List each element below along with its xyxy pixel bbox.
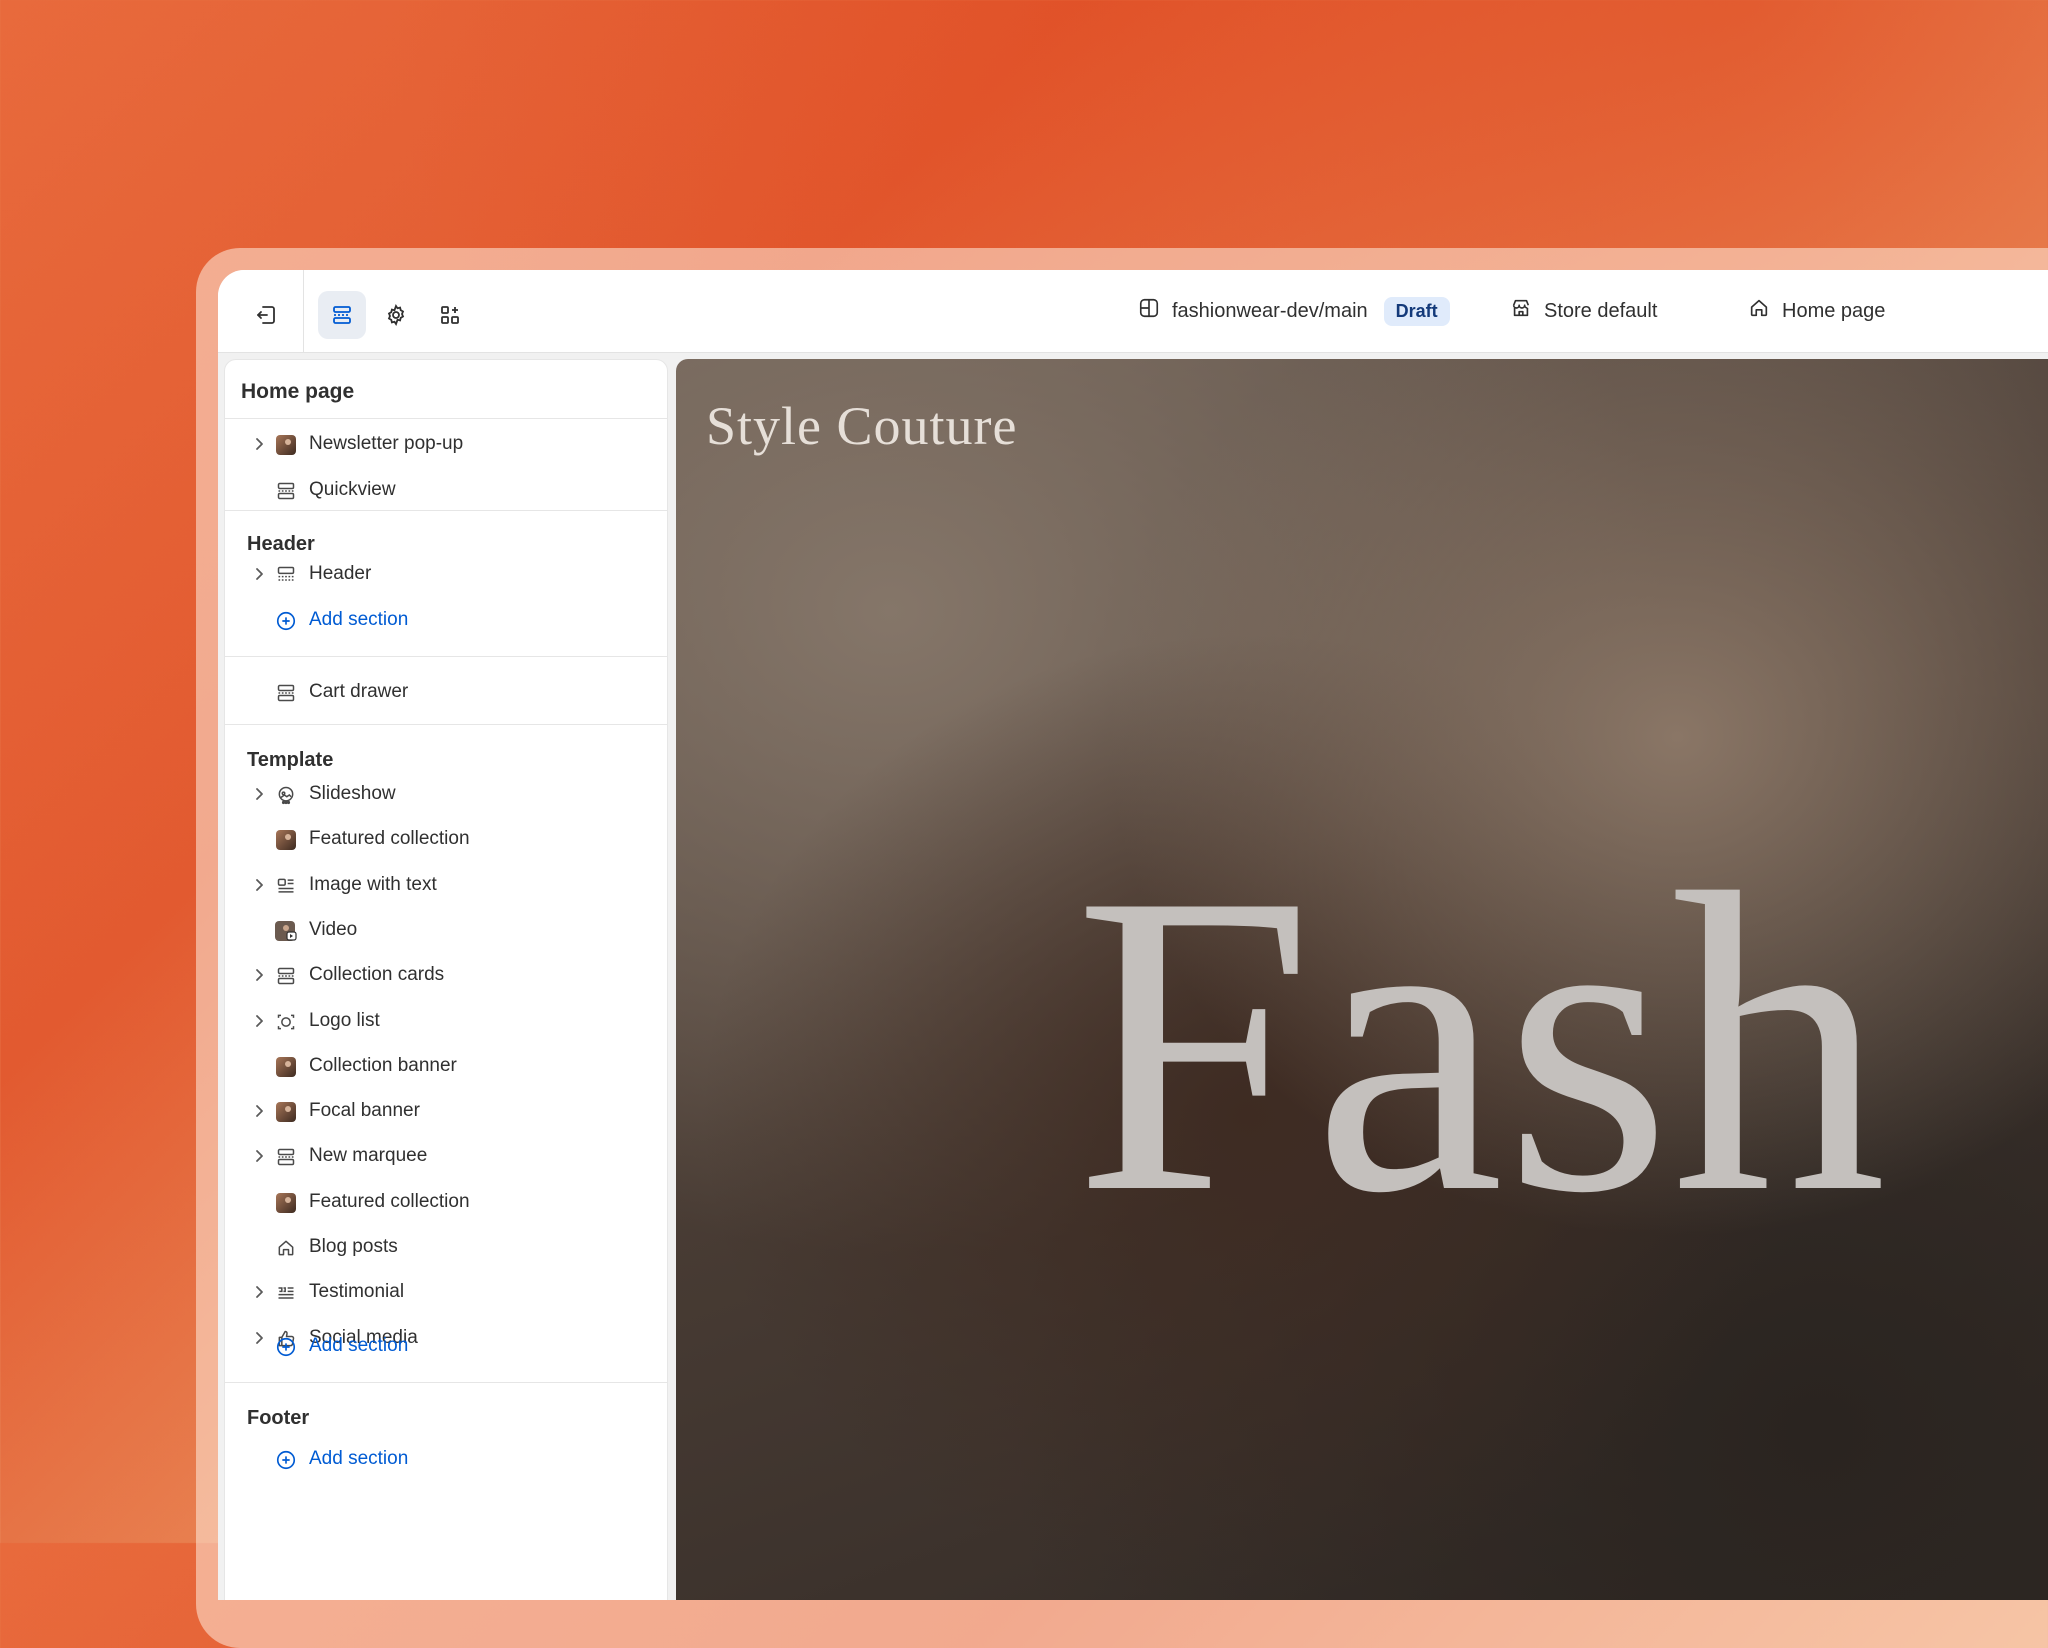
video-thumb-icon <box>275 920 297 942</box>
sections-sidebar: Home page Newsletter pop-up Quickview Hea… <box>224 359 668 1600</box>
divider <box>225 1382 667 1383</box>
image-thumb-icon <box>275 1192 297 1214</box>
section-label: Slideshow <box>309 783 396 804</box>
layout-icon <box>1138 297 1160 325</box>
section-cart-drawer[interactable]: Cart drawer <box>225 672 667 712</box>
section-label: Newsletter pop-up <box>309 433 464 454</box>
theme-preview[interactable]: Style Couture Fash <box>676 359 2048 1600</box>
chevron-right-icon[interactable] <box>251 1013 267 1029</box>
branch-selector[interactable]: fashionwear-dev/main Draft <box>1138 292 1450 330</box>
image-thumb-icon <box>275 1056 297 1078</box>
section-logo-list[interactable]: Logo list <box>225 1001 667 1041</box>
sidebar-title: Home page <box>241 380 355 403</box>
section-icon <box>275 682 297 704</box>
section-featured-collection[interactable]: Featured collection <box>225 1182 667 1222</box>
section-label: Logo list <box>309 1009 380 1031</box>
section-label: Testimonial <box>309 1281 405 1303</box>
section-label: Image with text <box>309 873 437 895</box>
section-testimonial[interactable]: Testimonial <box>225 1272 667 1312</box>
chevron-right-icon[interactable] <box>251 877 267 893</box>
section-label: Cart drawer <box>309 681 409 702</box>
editor-window: fashionwear-dev/main Draft Store default… <box>218 270 2048 1600</box>
section-collection-cards[interactable]: Collection cards <box>225 955 667 995</box>
divider <box>225 724 667 725</box>
section-label: Collection banner <box>309 1054 457 1076</box>
divider <box>225 510 667 511</box>
section-label: Collection cards <box>309 964 445 986</box>
section-icon <box>275 1146 297 1168</box>
chevron-right-icon[interactable] <box>251 436 267 452</box>
topbar-divider <box>303 270 304 352</box>
preview-hero-heading: Fash <box>1074 806 1887 1282</box>
chevron-right-icon[interactable] <box>251 786 267 802</box>
chevron-right-icon[interactable] <box>251 566 267 582</box>
chevron-right-icon[interactable] <box>251 1284 267 1300</box>
image-thumb-icon <box>275 434 297 456</box>
section-label: Blog posts <box>309 1236 398 1257</box>
template-add-section-button[interactable]: Add section <box>225 1326 667 1366</box>
testimonial-icon <box>275 1282 297 1304</box>
status-badge: Draft <box>1383 296 1450 326</box>
add-section-label: Add section <box>309 1335 409 1356</box>
add-section-label: Add section <box>309 609 409 630</box>
plus-circle-icon <box>275 1336 297 1358</box>
header-group-title: Header <box>247 533 315 555</box>
section-icon <box>275 965 297 987</box>
exit-icon[interactable] <box>242 291 290 339</box>
store-name: Store default <box>1544 299 1658 322</box>
page-selector[interactable]: Home page <box>1748 292 1885 330</box>
section-video[interactable]: Video <box>225 910 667 950</box>
section-label: New marquee <box>309 1145 428 1167</box>
section-slideshow[interactable]: Slideshow <box>225 774 667 814</box>
top-bar: fashionwear-dev/main Draft Store default… <box>218 270 2048 353</box>
section-label: Focal banner <box>309 1100 420 1122</box>
section-new-marquee[interactable]: New marquee <box>225 1136 667 1176</box>
section-label: Quickview <box>309 479 396 500</box>
sections-icon[interactable] <box>318 291 366 339</box>
section-newsletter-pop-up[interactable]: Newsletter pop-up <box>225 424 667 464</box>
section-image-with-text[interactable]: Image with text <box>225 865 667 905</box>
branch-name: fashionwear-dev/main <box>1172 299 1368 322</box>
section-label: Video <box>309 918 358 940</box>
preview-brand-logo: Style Couture <box>706 396 1018 456</box>
section-featured-collection[interactable]: Featured collection <box>225 819 667 859</box>
chevron-right-icon[interactable] <box>251 1148 267 1164</box>
plus-circle-icon <box>275 610 297 632</box>
slideshow-icon <box>275 784 297 806</box>
section-collection-banner[interactable]: Collection banner <box>225 1046 667 1086</box>
store-selector[interactable]: Store default <box>1510 292 1657 330</box>
image-thumb-icon <box>275 1101 297 1123</box>
section-focal-banner[interactable]: Focal banner <box>225 1091 667 1131</box>
section-label: Header <box>309 563 372 584</box>
footer-group-title: Footer <box>247 1407 310 1429</box>
section-header[interactable]: Header <box>225 554 667 594</box>
chevron-right-icon[interactable] <box>251 1103 267 1119</box>
add-section-label: Add section <box>309 1448 409 1469</box>
chevron-right-icon[interactable] <box>251 967 267 983</box>
image-with-text-icon <box>275 875 297 897</box>
section-icon <box>275 480 297 502</box>
apps-icon[interactable] <box>426 291 474 339</box>
plus-circle-icon <box>275 1449 297 1471</box>
header-add-section-button[interactable]: Add section <box>225 600 667 640</box>
home-icon <box>1748 297 1770 325</box>
footer-add-section-button[interactable]: Add section <box>225 1439 667 1479</box>
section-label: Featured collection <box>309 1190 470 1212</box>
page-name: Home page <box>1782 299 1886 322</box>
template-group-title: Template <box>247 749 334 771</box>
home-icon <box>275 1237 297 1259</box>
header-section-icon <box>275 564 297 586</box>
section-blog-posts[interactable]: Blog posts <box>225 1227 667 1267</box>
section-quickview[interactable]: Quickview <box>225 470 667 510</box>
image-thumb-icon <box>275 829 297 851</box>
divider <box>225 656 667 657</box>
logo-list-icon <box>275 1011 297 1033</box>
store-icon <box>1510 297 1532 325</box>
section-label: Featured collection <box>309 828 470 850</box>
gear-icon[interactable] <box>372 291 420 339</box>
divider <box>225 418 667 419</box>
